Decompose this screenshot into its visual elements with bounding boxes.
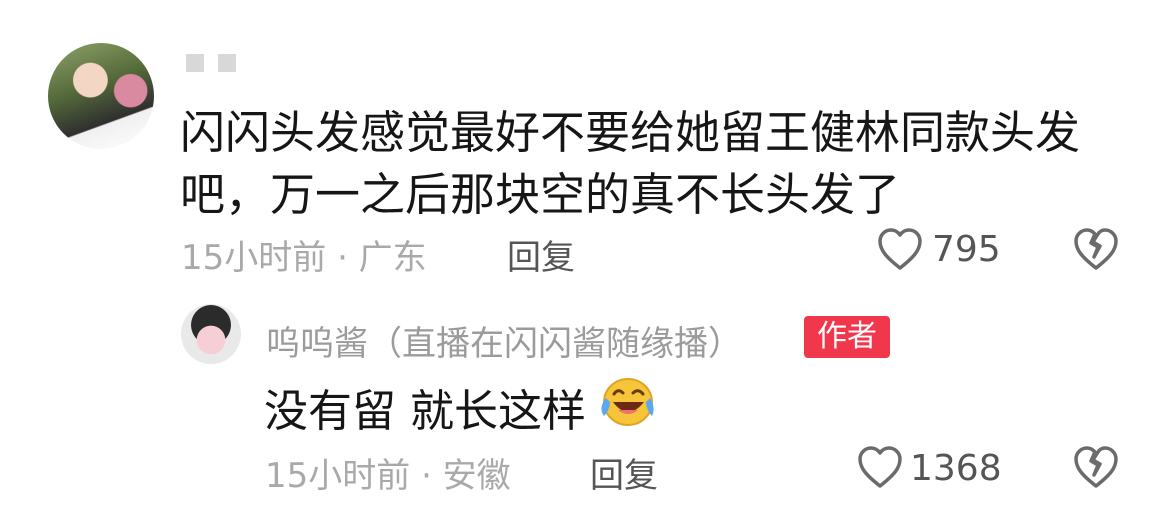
reply-author-name[interactable]: 呜呜酱（直播在闪闪酱随缘播） xyxy=(266,316,742,365)
comment-meta: 15小时前 · 广东 xyxy=(181,238,427,278)
broken-heart-icon[interactable] xyxy=(1072,444,1120,490)
commenter-name-redacted[interactable] xyxy=(186,52,256,78)
author-avatar[interactable] xyxy=(181,304,241,364)
comment-like-count: 795 xyxy=(932,229,1001,270)
reply-text: 没有留 就长这样 xyxy=(264,386,586,437)
heart-outline-icon[interactable] xyxy=(876,226,924,272)
heart-outline-icon[interactable] xyxy=(856,444,904,490)
comment-text-line2: 吧，万一之后那块空的真不长头发了 xyxy=(180,168,901,221)
comment-text: 闪闪头发感觉最好不要给她留王健林同款头发 吧，万一之后那块空的真不长头发了 xyxy=(180,102,1110,226)
comment-text-line1: 闪闪头发感觉最好不要给她留王健林同款头发 xyxy=(180,106,1081,159)
comment-reply-button[interactable]: 回复 xyxy=(507,230,575,279)
reply-meta: 15小时前 · 安徽 xyxy=(265,456,511,496)
commenter-avatar[interactable] xyxy=(48,43,154,149)
broken-heart-icon[interactable] xyxy=(1072,226,1120,272)
reply-like-count: 1368 xyxy=(910,448,1002,489)
reply-reply-button[interactable]: 回复 xyxy=(590,448,658,497)
laughing-crying-emoji-icon xyxy=(596,376,656,428)
author-badge: 作者 xyxy=(804,316,890,358)
